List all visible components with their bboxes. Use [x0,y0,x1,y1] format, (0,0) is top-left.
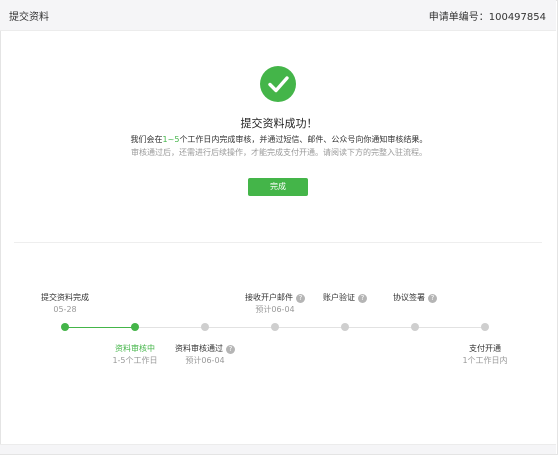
step-label-approved: 资料审核通过? [159,343,251,354]
header-bar: 提交资料 申请单编号：100497854 [0,0,556,31]
step-label-verify: 账户验证? [305,292,385,303]
page-title: 提交资料 [9,12,49,23]
step-label-verify-text: 账户验证 [323,293,355,302]
step-dot-verify [341,323,349,331]
footer-bar [0,444,556,454]
progress-track-completed [64,327,135,328]
step-sub-open: 1个工作日内 [462,356,508,365]
success-description: 我们会在1~5个工作日内完成审核，并通过短信、邮件、公众号向你通知审核结果。 [0,134,558,145]
help-icon[interactable]: ? [296,294,305,303]
done-button[interactable]: 完成 [248,178,308,196]
success-description-days: 1~5 [162,135,180,144]
help-icon[interactable]: ? [226,345,235,354]
divider [14,242,542,243]
step-dot-review [131,323,139,331]
step-label-approved-text: 资料审核通过 [175,344,223,353]
step-label-open: 支付开通 [469,344,501,353]
step-sub-approved: 预计06-04 [185,356,225,365]
step-dot-sign [411,323,419,331]
step-dot-open [481,323,489,331]
success-description-suffix: 个工作日内完成审核，并通过短信、邮件、公众号向你通知审核结果。 [179,135,428,144]
step-label-sign-text: 协议签署 [393,293,425,302]
step-sub-email: 预计06-04 [255,305,295,314]
step-label-email-text: 接收开户邮件 [245,293,293,302]
help-icon[interactable]: ? [428,294,437,303]
step-sub-submit: 05-28 [53,305,77,314]
success-note: 审核通过后，还需进行后续操作，才能完成支付开通。请阅读下方的完整入驻流程。 [131,148,427,157]
step-label-sign: 协议签署? [375,292,455,303]
step-dot-email [271,323,279,331]
step-label-submit: 提交资料完成 [41,293,89,302]
success-title: 提交资料成功！ [240,117,318,130]
step-dot-submit [61,323,69,331]
help-icon[interactable]: ? [358,294,367,303]
success-check-icon [260,66,296,102]
step-sub-review: 1-5个工作日 [112,356,158,365]
step-dot-approved [201,323,209,331]
success-description-prefix: 我们会在 [130,135,163,144]
order-number: 申请单编号：100497854 [428,12,546,23]
